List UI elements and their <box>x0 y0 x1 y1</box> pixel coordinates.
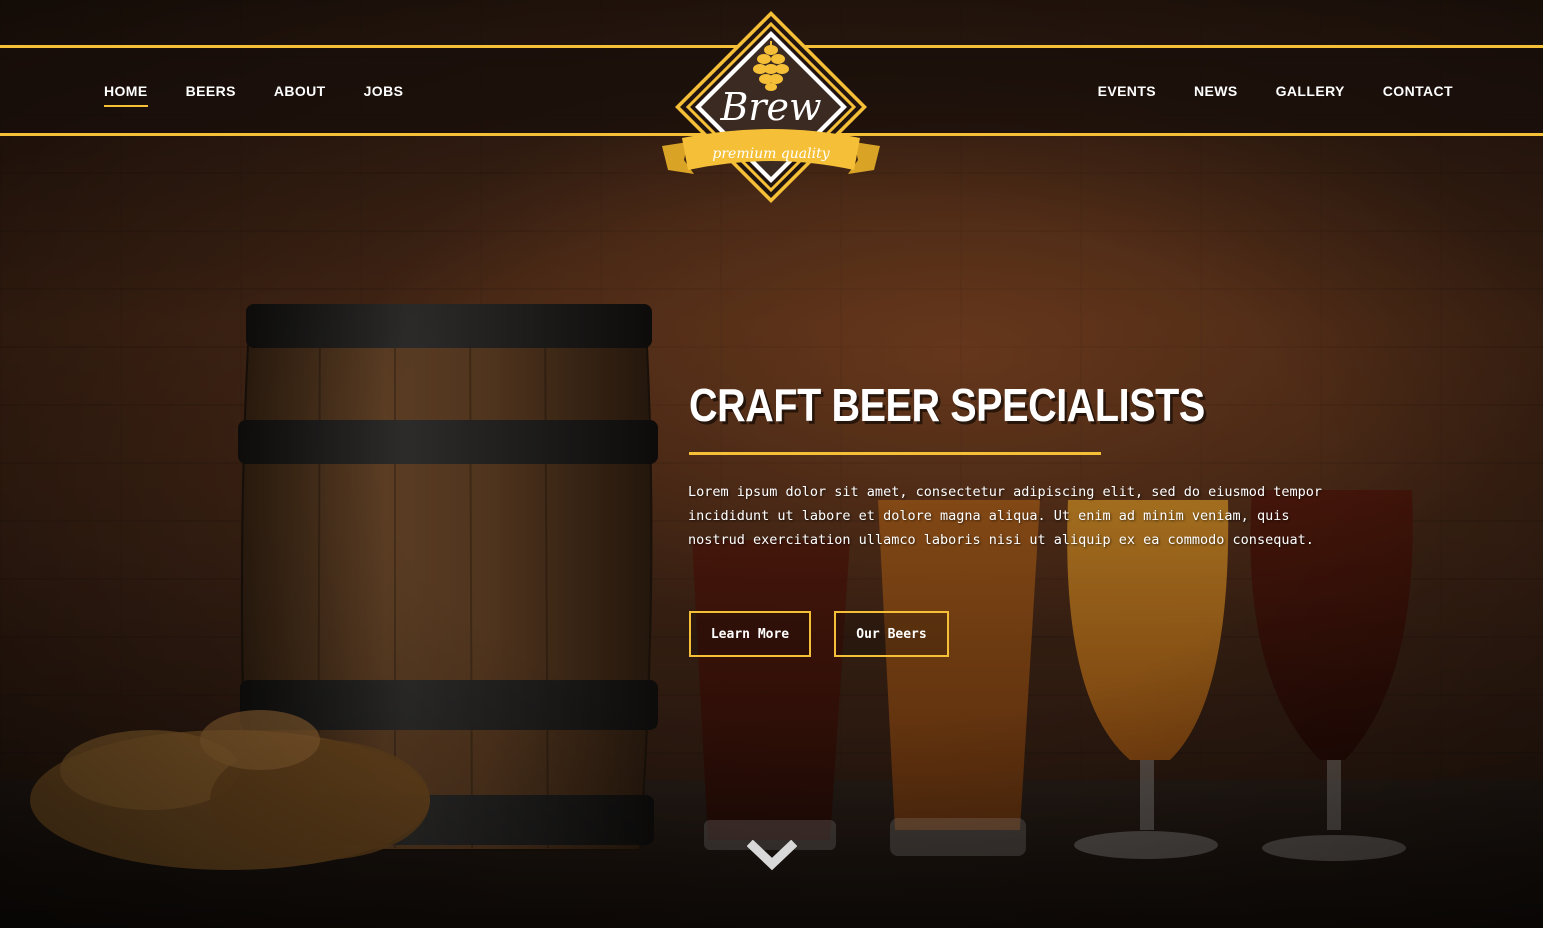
nav-item-news: NEWS <box>1194 83 1238 99</box>
our-beers-button[interactable]: Our Beers <box>834 611 949 657</box>
nav-item-about: ABOUT <box>274 83 326 99</box>
brand-logo[interactable]: Brew premium quality <box>660 8 882 204</box>
nav-item-events: EVENTS <box>1098 83 1156 99</box>
nav-item-gallery: GALLERY <box>1276 83 1345 99</box>
nav-link-contact[interactable]: CONTACT <box>1383 83 1453 99</box>
title-underline <box>689 452 1101 455</box>
brand-name: Brew <box>719 85 821 129</box>
hero-title: CRAFT BEER SPECIALISTS <box>689 379 1205 431</box>
brand-tagline: premium quality <box>712 146 830 162</box>
nav-link-jobs[interactable]: JOBS <box>364 83 404 99</box>
scroll-down-button[interactable] <box>746 839 798 876</box>
nav-link-beers[interactable]: BEERS <box>186 83 236 99</box>
learn-more-button[interactable]: Learn More <box>689 611 811 657</box>
nav-left: HOME BEERS ABOUT JOBS <box>104 48 441 133</box>
nav-item-jobs: JOBS <box>364 83 404 99</box>
nav-link-about[interactable]: ABOUT <box>274 83 326 99</box>
nav-item-contact: CONTACT <box>1383 83 1453 99</box>
nav-link-events[interactable]: EVENTS <box>1098 83 1156 99</box>
nav-right: EVENTS NEWS GALLERY CONTACT <box>1060 48 1453 133</box>
chevron-down-icon <box>746 839 798 871</box>
hero-description: Lorem ipsum dolor sit amet, consectetur … <box>688 484 1322 548</box>
nav-link-news[interactable]: NEWS <box>1194 83 1238 99</box>
nav-item-home: HOME <box>104 83 148 107</box>
nav-item-beers: BEERS <box>186 83 236 99</box>
nav-link-gallery[interactable]: GALLERY <box>1276 83 1345 99</box>
nav-link-home[interactable]: HOME <box>104 83 148 107</box>
